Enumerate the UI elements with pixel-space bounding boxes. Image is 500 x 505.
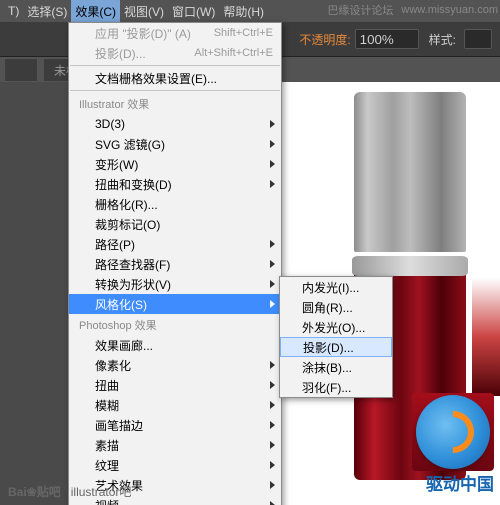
watermark-url: www.missyuan.com [401, 4, 498, 16]
submenu-feather[interactable]: 羽化(F)... [280, 377, 392, 397]
submenu-inner-glow[interactable]: 内发光(I)... [280, 277, 392, 297]
menu-warp[interactable]: 变形(W) [69, 154, 281, 174]
chevron-right-icon [270, 361, 275, 369]
submenu-drop-shadow[interactable]: 投影(D)... [280, 337, 392, 357]
menu-apply-last[interactable]: 应用 "投影(D)" (A) Shift+Ctrl+E [69, 23, 281, 43]
menubar: T) 选择(S) 效果(C) 视图(V) 窗口(W) 帮助(H) 巴缘设计论坛 … [0, 0, 500, 22]
qudong-logo-icon [416, 395, 490, 469]
menu-svg-filters-label: SVG 滤镜(G) [95, 136, 165, 153]
opacity-label: 不透明度: [299, 31, 350, 48]
tool-preview [4, 58, 38, 82]
menu-path[interactable]: 路径(P) [69, 234, 281, 254]
chevron-right-icon [270, 240, 275, 248]
forum-label: illustrator吧 [71, 483, 132, 500]
menu-item-help[interactable]: 帮助(H) [219, 0, 268, 22]
menu-3d[interactable]: 3D(3) [69, 114, 281, 134]
menu-separator [70, 65, 280, 66]
menu-pathfinder[interactable]: 路径查找器(F) [69, 254, 281, 274]
menu-fx-gallery[interactable]: 效果画廊... [69, 335, 281, 355]
menu-blur-label: 模糊 [95, 397, 119, 414]
menu-item-effect[interactable]: 效果(C) [71, 0, 120, 22]
menu-rasterize[interactable]: 栅格化(R)... [69, 194, 281, 214]
menu-brush-strokes[interactable]: 画笔描边 [69, 415, 281, 435]
submenu-round-corners[interactable]: 圆角(R)... [280, 297, 392, 317]
menu-header-photoshop: Photoshop 效果 [69, 314, 281, 335]
menu-distort[interactable]: 扭曲 [69, 375, 281, 395]
menu-last-effect[interactable]: 投影(D)... Alt+Shift+Ctrl+E [69, 43, 281, 63]
menu-item-t[interactable]: T) [4, 0, 23, 22]
menu-crop-marks-label: 裁剪标记(O) [95, 216, 160, 233]
baidu-tieba-label: Bai❀贴吧 [8, 483, 61, 500]
menu-distort-transform-label: 扭曲和变换(D) [95, 176, 172, 193]
menu-separator [70, 90, 280, 91]
menu-apply-last-label: 应用 "投影(D)" (A) [95, 25, 191, 42]
menu-item-select[interactable]: 选择(S) [23, 0, 71, 22]
style-dropdown[interactable] [464, 29, 492, 49]
opacity-input[interactable] [355, 29, 419, 49]
chevron-right-icon [270, 441, 275, 449]
submenu-scribble[interactable]: 涂抹(B)... [280, 357, 392, 377]
menu-last-effect-shortcut: Alt+Shift+Ctrl+E [194, 47, 273, 59]
menu-warp-label: 变形(W) [95, 156, 138, 173]
menu-doc-raster-settings[interactable]: 文档栅格效果设置(E)... [69, 68, 281, 88]
menu-item-view[interactable]: 视图(V) [120, 0, 168, 22]
menu-pixelate[interactable]: 像素化 [69, 355, 281, 375]
menu-crop-marks[interactable]: 裁剪标记(O) [69, 214, 281, 234]
menu-last-effect-label: 投影(D)... [95, 45, 146, 62]
menu-stylize[interactable]: 风格化(S) [69, 294, 281, 314]
effect-menu-dropdown: 应用 "投影(D)" (A) Shift+Ctrl+E 投影(D)... Alt… [68, 22, 282, 505]
artwork-cylinder-cap [354, 92, 466, 252]
menu-brush-strokes-label: 画笔描边 [95, 417, 143, 434]
menu-sketch-label: 素描 [95, 437, 119, 454]
menu-blur[interactable]: 模糊 [69, 395, 281, 415]
chevron-right-icon [270, 260, 275, 268]
menu-svg-filters[interactable]: SVG 滤镜(G) [69, 134, 281, 154]
menu-texture-label: 纹理 [95, 457, 119, 474]
style-label: 样式: [429, 31, 456, 48]
chevron-right-icon [270, 140, 275, 148]
chevron-right-icon [270, 381, 275, 389]
chevron-right-icon [270, 421, 275, 429]
menu-rasterize-label: 栅格化(R)... [95, 196, 158, 213]
left-gutter [0, 82, 70, 505]
chevron-right-icon [270, 300, 275, 308]
stylize-submenu: 内发光(I)... 圆角(R)... 外发光(O)... 投影(D)... 涂抹… [279, 276, 393, 398]
chevron-right-icon [270, 160, 275, 168]
menu-apply-last-shortcut: Shift+Ctrl+E [214, 27, 273, 39]
chevron-right-icon [270, 461, 275, 469]
menu-stylize-label: 风格化(S) [95, 296, 147, 313]
chevron-right-icon [270, 180, 275, 188]
watermark-label: 巴缘设计论坛 [327, 2, 393, 18]
top-watermark: 巴缘设计论坛 www.missyuan.com [327, 0, 498, 20]
menu-pixelate-label: 像素化 [95, 357, 131, 374]
chevron-right-icon [270, 280, 275, 288]
menu-texture[interactable]: 纹理 [69, 455, 281, 475]
chevron-right-icon [270, 120, 275, 128]
menu-header-illustrator: Illustrator 效果 [69, 93, 281, 114]
submenu-outer-glow[interactable]: 外发光(O)... [280, 317, 392, 337]
menu-path-label: 路径(P) [95, 236, 135, 253]
menu-item-window[interactable]: 窗口(W) [168, 0, 219, 22]
chevron-right-icon [270, 401, 275, 409]
menu-3d-label: 3D(3) [95, 117, 125, 131]
menu-distort-label: 扭曲 [95, 377, 119, 394]
gradient-preview [472, 278, 500, 396]
menu-convert-shape[interactable]: 转换为形状(V) [69, 274, 281, 294]
menu-convert-shape-label: 转换为形状(V) [95, 276, 171, 293]
footer-watermark: Bai❀贴吧 illustrator吧 [0, 477, 500, 505]
menu-distort-transform[interactable]: 扭曲和变换(D) [69, 174, 281, 194]
menu-fx-gallery-label: 效果画廊... [95, 337, 153, 354]
menu-sketch[interactable]: 素描 [69, 435, 281, 455]
menu-pathfinder-label: 路径查找器(F) [95, 256, 170, 273]
